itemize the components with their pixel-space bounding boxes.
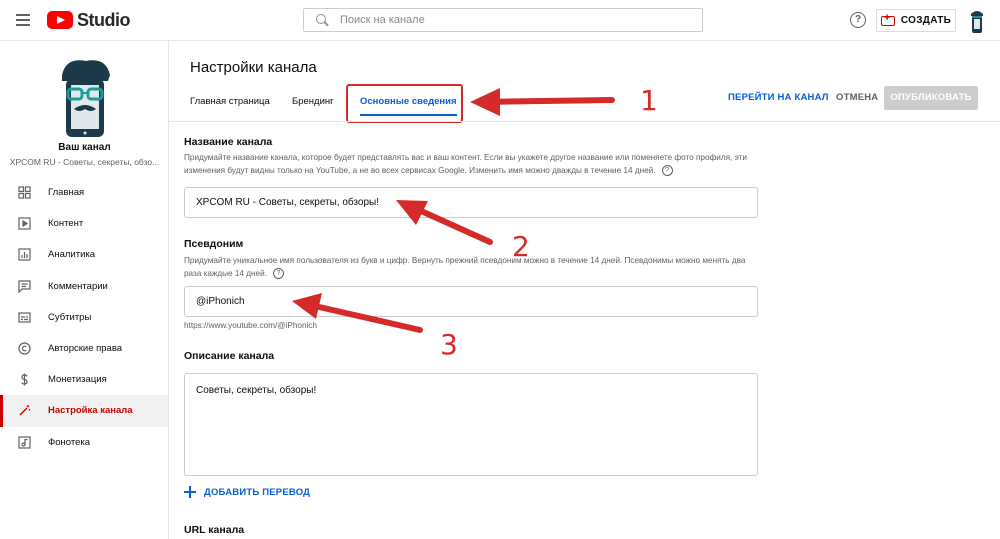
sidebar-item-label: Субтитры	[48, 311, 92, 323]
channel-description-label: Описание канала	[184, 350, 275, 362]
cancel-button[interactable]: ОТМЕНА	[836, 92, 878, 103]
sidebar-item-label: Монетизация	[48, 374, 107, 386]
search-box[interactable]	[303, 8, 703, 32]
channel-url-label: URL канала	[184, 524, 245, 536]
monetization-icon	[17, 373, 31, 387]
handle-value: @iPhonich	[196, 296, 245, 307]
tab-branding[interactable]: Брендинг	[292, 86, 334, 120]
publish-button[interactable]: ОПУБЛИКОВАТЬ	[884, 86, 978, 110]
handle-description: Придумайте уникальное имя пользователя и…	[184, 254, 759, 280]
analytics-icon	[17, 248, 31, 262]
annotation-arrow-1	[470, 88, 615, 116]
account-avatar-icon[interactable]	[969, 8, 985, 34]
search-input[interactable]	[340, 14, 680, 26]
channel-description-textarea[interactable]: Советы, секреты, обзоры!	[184, 373, 758, 476]
sidebar-item-label: Комментарии	[48, 280, 108, 292]
logo-text: Studio	[77, 9, 131, 30]
channel-name-value: XPCOM RU - Советы, секреты, обзоры!	[196, 197, 379, 208]
sidebar-item-comments[interactable]: Комментарии	[0, 271, 168, 302]
annotation-highlight-box	[346, 84, 463, 123]
youtube-play-icon	[47, 11, 73, 29]
annotation-number-1: 1	[640, 84, 658, 117]
handle-url-hint: https://www.youtube.com/@iPhonich	[184, 321, 318, 330]
content-icon	[17, 217, 31, 231]
channel-name-field[interactable]: XPCOM RU - Советы, секреты, обзоры!	[184, 187, 758, 218]
sidebar-item-dashboard[interactable]: Главная	[0, 177, 168, 208]
sidebar-item-label: Фонотека	[48, 436, 91, 448]
sidebar-item-label: Настройка канала	[48, 405, 133, 417]
go-to-channel-button[interactable]: ПЕРЕЙТИ НА КАНАЛ	[728, 92, 829, 103]
add-translation-label: ДОБАВИТЬ ПЕРЕВОД	[204, 486, 311, 498]
create-button[interactable]: СОЗДАТЬ	[876, 9, 956, 32]
hamburger-menu-icon[interactable]	[14, 12, 32, 28]
sidebar-item-label: Контент	[48, 218, 84, 230]
sidebar-item-subtitles[interactable]: Субтитры	[0, 302, 168, 333]
audio-library-icon	[17, 435, 31, 449]
sidebar-item-analytics[interactable]: Аналитика	[0, 239, 168, 270]
sidebar-item-customization[interactable]: Настройка канала	[0, 395, 168, 427]
page-title: Настройки канала	[190, 59, 317, 76]
subtitles-icon	[17, 310, 31, 324]
tab-label: Главная страница	[190, 96, 270, 107]
comments-icon	[17, 279, 31, 293]
tab-label: Брендинг	[292, 96, 334, 107]
help-icon[interactable]: ?	[272, 268, 284, 280]
sidebar-item-content[interactable]: Контент	[0, 208, 168, 239]
annotation-number-3: 3	[440, 328, 458, 361]
youtube-studio-logo[interactable]: Studio	[47, 9, 131, 30]
sidebar: Ваш канал XPCOM RU - Советы, секреты, об…	[0, 41, 169, 539]
handle-description-text: Придумайте уникальное имя пользователя и…	[184, 256, 746, 278]
your-channel-title: Ваш канал	[58, 142, 111, 153]
search-icon[interactable]	[316, 14, 328, 26]
sidebar-item-label: Главная	[48, 187, 85, 199]
sidebar-item-label: Авторские права	[48, 343, 123, 355]
channel-avatar[interactable]	[56, 57, 114, 139]
add-translation-button[interactable]: ДОБАВИТЬ ПЕРЕВОД	[184, 486, 310, 498]
help-icon[interactable]: ?	[850, 12, 866, 28]
channel-name: XPCOM RU - Советы, секреты, обзо...	[9, 157, 160, 167]
magic-wand-icon	[17, 404, 31, 418]
sidebar-item-monetization[interactable]: Монетизация	[0, 364, 168, 395]
help-icon[interactable]: ?	[661, 165, 673, 177]
channel-name-description: Придумайте название канала, которое буде…	[184, 151, 759, 177]
channel-description-value: Советы, секреты, обзоры!	[196, 385, 317, 396]
handle-label: Псевдоним	[184, 238, 244, 250]
handle-field[interactable]: @iPhonich	[184, 286, 758, 317]
sidebar-item-audio-library[interactable]: Фонотека	[0, 427, 168, 458]
top-bar: Studio ? СОЗДАТЬ	[0, 0, 1000, 41]
tab-home-page[interactable]: Главная страница	[190, 86, 270, 120]
sidebar-item-copyright[interactable]: Авторские права	[0, 333, 168, 364]
copyright-icon	[17, 342, 31, 356]
sidebar-item-label: Аналитика	[48, 249, 96, 261]
dashboard-icon	[17, 186, 31, 200]
plus-icon	[184, 486, 196, 498]
sidebar-nav: Главная Контент Аналитика Комментарии Су…	[0, 177, 168, 458]
create-button-label: СОЗДАТЬ	[900, 15, 952, 26]
annotation-number-2: 2	[512, 230, 530, 263]
channel-name-label: Название канала	[184, 136, 273, 148]
create-video-icon	[880, 12, 895, 26]
header-divider	[169, 121, 1000, 122]
